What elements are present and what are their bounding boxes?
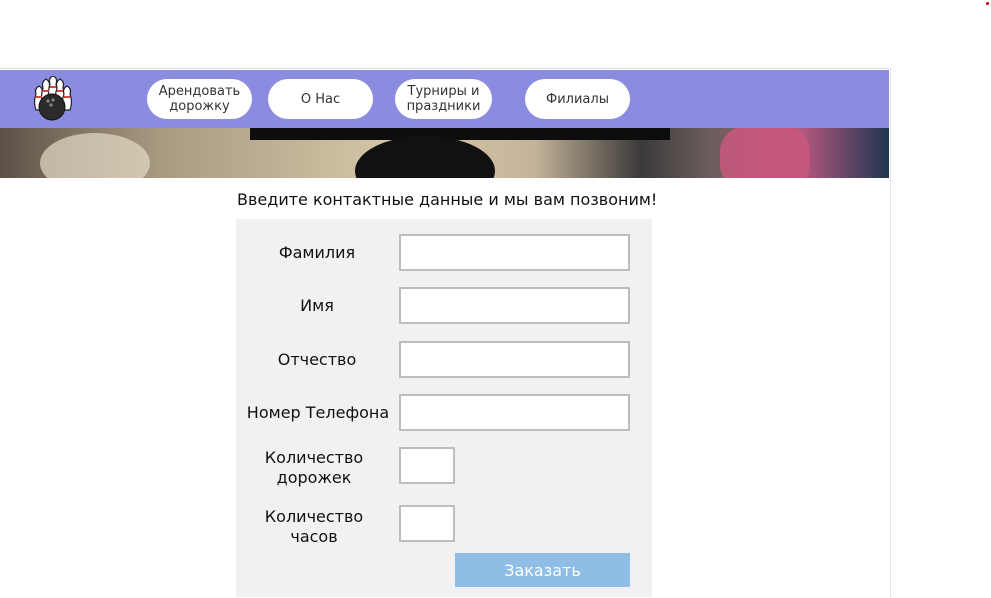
- nav-branches-button[interactable]: Филиалы: [525, 79, 630, 119]
- hero-banner-image: [0, 128, 889, 178]
- lanes-count-input[interactable]: [399, 447, 455, 484]
- corner-dot: [986, 2, 989, 5]
- nav-about-button[interactable]: О Нас: [268, 79, 373, 119]
- hero-shape: [720, 128, 810, 178]
- hours-count-input[interactable]: [399, 505, 455, 542]
- hero-shape: [250, 128, 670, 140]
- order-submit-button[interactable]: Заказать: [455, 553, 630, 587]
- hero-shape: [40, 133, 150, 178]
- name-label: Имя: [300, 296, 334, 315]
- name-input[interactable]: [399, 287, 630, 324]
- lanes-count-label: Количество дорожек: [264, 448, 364, 487]
- phone-label: Номер Телефона: [246, 403, 390, 422]
- hero-shape: [355, 136, 495, 178]
- bowling-logo-icon[interactable]: [27, 75, 79, 122]
- phone-input[interactable]: [399, 394, 630, 431]
- patronymic-input[interactable]: [399, 341, 630, 378]
- hours-count-label: Количество часов: [264, 507, 364, 546]
- surname-input[interactable]: [399, 234, 630, 271]
- nav-rent-lane-button[interactable]: Арендовать дорожку: [147, 79, 252, 119]
- surname-label: Фамилия: [278, 243, 356, 262]
- nav-tournaments-button[interactable]: Турниры и праздники: [395, 79, 492, 119]
- patronymic-label: Отчество: [277, 350, 357, 369]
- form-heading: Введите контактные данные и мы вам позво…: [237, 190, 658, 209]
